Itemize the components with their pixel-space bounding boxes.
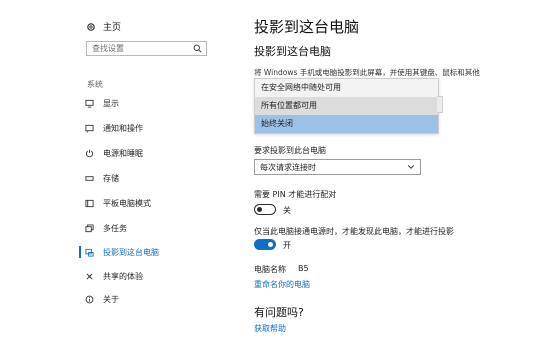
help-section-title: 有问题吗? bbox=[254, 306, 304, 319]
storage-icon bbox=[85, 175, 94, 181]
pc-name-label: 电脑名称 bbox=[254, 265, 286, 274]
dropdown-option-selected[interactable]: 始终关闭 bbox=[255, 115, 438, 133]
sidebar-item-label: 投影到这台电脑 bbox=[103, 247, 159, 257]
toggle-knob bbox=[257, 206, 262, 212]
info-icon bbox=[85, 295, 94, 303]
sidebar-item-label: 通知和操作 bbox=[103, 123, 143, 133]
request-select[interactable]: 每次请求连接时 bbox=[254, 159, 421, 175]
rename-pc-link[interactable]: 重命名你的电脑 bbox=[254, 279, 310, 290]
sidebar-item-storage[interactable]: 存储 bbox=[85, 171, 119, 185]
power-toggle[interactable] bbox=[254, 239, 276, 250]
sidebar-item-multitask[interactable]: 多任务 bbox=[85, 221, 127, 235]
chevron-down-icon bbox=[407, 165, 415, 169]
page-title: 投影到这台电脑 bbox=[254, 18, 360, 36]
pin-label: 需要 PIN 才能进行配对 bbox=[254, 190, 337, 199]
search-icon bbox=[193, 44, 202, 53]
settings-sidebar: 主页 查找设置 系统 显示 通知和操作 电源和睡眠 存储 平板电脑模式 多任务 … bbox=[0, 0, 232, 343]
toggle-knob bbox=[268, 242, 273, 247]
sidebar-item-power[interactable]: 电源和睡眠 bbox=[85, 146, 143, 160]
group-label-system: 系统 bbox=[87, 80, 103, 89]
notification-icon bbox=[85, 124, 94, 133]
sidebar-item-shared-experiences[interactable]: 共享的体验 bbox=[85, 269, 143, 283]
pin-toggle[interactable] bbox=[254, 204, 276, 215]
sidebar-item-tablet[interactable]: 平板电脑模式 bbox=[85, 196, 151, 210]
pin-toggle-state: 关 bbox=[283, 206, 291, 215]
search-placeholder: 查找设置 bbox=[92, 44, 124, 53]
get-help-link[interactable]: 获取帮助 bbox=[254, 323, 286, 334]
sidebar-item-label: 显示 bbox=[103, 98, 119, 108]
request-select-value: 每次请求连接时 bbox=[260, 162, 316, 172]
power-label: 仅当此电脑接通电源时，才能发现此电脑，才能进行投影 bbox=[254, 227, 454, 236]
sidebar-item-label: 电源和睡眠 bbox=[103, 148, 143, 158]
sidebar-item-project-to-this-pc[interactable]: 投影到这台电脑 bbox=[79, 245, 159, 259]
dropdown-option[interactable]: 所有位置都可用 bbox=[255, 97, 438, 115]
power-icon bbox=[85, 149, 94, 157]
sidebar-item-label: 共享的体验 bbox=[103, 271, 143, 281]
power-toggle-state: 开 bbox=[283, 241, 291, 250]
sidebar-item-label: 存储 bbox=[103, 173, 119, 183]
sidebar-item-notifications[interactable]: 通知和操作 bbox=[85, 121, 143, 135]
sidebar-item-display[interactable]: 显示 bbox=[85, 96, 119, 110]
share-icon bbox=[86, 272, 93, 280]
pc-name-row: 电脑名称 B5 bbox=[254, 264, 309, 275]
sidebar-item-label: 平板电脑模式 bbox=[103, 198, 151, 208]
request-label: 要求投影到此台电脑 bbox=[254, 146, 326, 155]
sidebar-item-about[interactable]: 关于 bbox=[85, 292, 119, 306]
sidebar-item-label: 多任务 bbox=[103, 223, 127, 233]
pc-name-value: B5 bbox=[298, 264, 309, 273]
search-input[interactable]: 查找设置 bbox=[86, 41, 207, 56]
availability-dropdown-list[interactable]: 在安全网络中随处可用 所有位置都可用 始终关闭 bbox=[254, 78, 439, 134]
multitask-icon bbox=[85, 223, 94, 232]
section-title: 投影到这台电脑 bbox=[254, 45, 331, 58]
section-description: 将 Windows 手机或电脑投影到此屏幕，并使用其键盘、鼠标和其他 bbox=[254, 68, 480, 77]
project-icon bbox=[85, 248, 94, 257]
dropdown-underlying-field bbox=[437, 96, 443, 113]
monitor-icon bbox=[85, 99, 94, 108]
sidebar-item-label: 关于 bbox=[103, 294, 119, 304]
home-link[interactable]: 主页 bbox=[86, 20, 121, 33]
gear-icon bbox=[87, 22, 95, 31]
tablet-icon bbox=[85, 199, 94, 207]
home-label: 主页 bbox=[103, 23, 122, 33]
settings-content: 投影到这台电脑 投影到这台电脑 将 Windows 手机或电脑投影到此屏幕，并使… bbox=[232, 0, 548, 343]
dropdown-option[interactable]: 在安全网络中随处可用 bbox=[255, 79, 438, 97]
